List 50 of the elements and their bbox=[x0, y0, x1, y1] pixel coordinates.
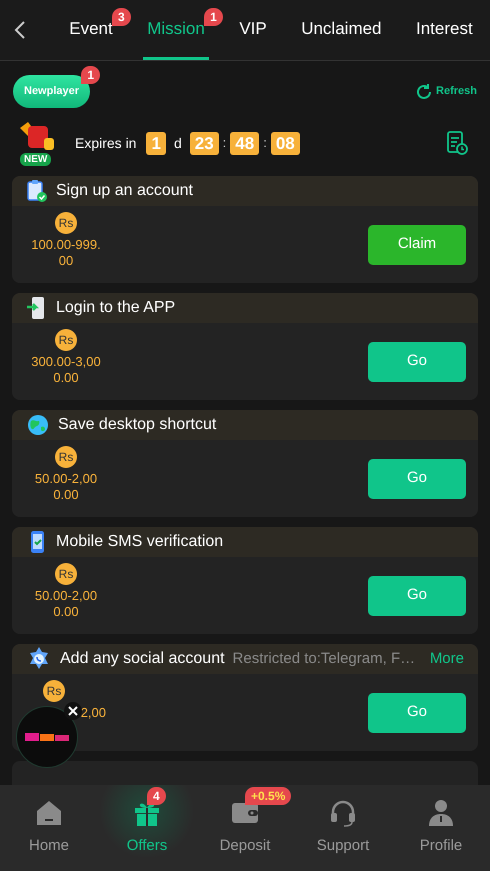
nav-badge: +0.5% bbox=[245, 786, 292, 805]
mission-title: Mobile SMS verification bbox=[56, 532, 224, 552]
close-icon bbox=[68, 706, 78, 716]
seconds-value: 08 bbox=[270, 132, 300, 154]
clipboard-icon bbox=[26, 179, 48, 203]
logo-icon bbox=[25, 732, 69, 742]
headset-icon bbox=[329, 798, 357, 827]
reward-amount: 2,00 bbox=[80, 705, 106, 721]
mission-note: Restricted to:Telegram, F… bbox=[232, 648, 416, 669]
mission-title: Login to the APP bbox=[56, 298, 176, 318]
mission-title: Save desktop shortcut bbox=[58, 415, 216, 435]
history-icon[interactable] bbox=[446, 131, 468, 155]
mission-title: Add any social account bbox=[60, 649, 225, 669]
rupee-coin: Rs bbox=[43, 680, 65, 702]
days-unit: d bbox=[174, 134, 182, 152]
nav-item[interactable]: Support bbox=[294, 785, 392, 871]
claim-button[interactable]: Claim bbox=[368, 224, 466, 264]
mission-title: Sign up an account bbox=[56, 181, 193, 201]
count-badge: 3 bbox=[112, 8, 131, 26]
globe-icon bbox=[26, 413, 50, 437]
person-icon bbox=[427, 798, 455, 827]
new-tag: NEW bbox=[20, 153, 52, 166]
rupee-coin: Rs bbox=[55, 446, 77, 468]
tab[interactable]: Unclaimed bbox=[297, 0, 386, 60]
count-badge: 1 bbox=[204, 8, 223, 26]
reward-amount: 300.00-3,00 0.00 bbox=[31, 354, 101, 386]
time-separator: : bbox=[263, 134, 267, 152]
expiry-label: Expires in bbox=[75, 134, 136, 153]
rupee-coin: Rs bbox=[55, 563, 77, 585]
reward-amount: 50.00-2,00 0.00 bbox=[34, 471, 98, 503]
count-badge: 1 bbox=[81, 66, 100, 84]
nav-item[interactable]: Home bbox=[0, 785, 98, 871]
nav-badge: 4 bbox=[147, 786, 166, 805]
reward-amount: 100.00-999. 00 bbox=[31, 237, 101, 269]
rupee-coin: Rs bbox=[55, 329, 77, 351]
more-link[interactable]: More bbox=[430, 648, 464, 670]
time-separator: : bbox=[222, 134, 226, 152]
rupee-coin: Rs bbox=[55, 212, 77, 234]
nav-item[interactable]: Profile bbox=[392, 785, 490, 871]
minutes-value: 48 bbox=[230, 132, 260, 154]
refresh-icon bbox=[415, 82, 434, 100]
hours-value: 23 bbox=[190, 132, 219, 154]
tab[interactable]: Interest bbox=[412, 0, 477, 60]
days-value: 1 bbox=[146, 132, 166, 154]
home-icon bbox=[35, 798, 63, 827]
refresh-button[interactable]: Refresh bbox=[415, 82, 477, 100]
back-icon bbox=[14, 21, 26, 39]
reward-amount: 50.00-2,00 0.00 bbox=[34, 588, 98, 620]
tab[interactable]: VIP bbox=[235, 0, 271, 60]
nav-item[interactable]: +0.5% Deposit bbox=[196, 785, 294, 871]
